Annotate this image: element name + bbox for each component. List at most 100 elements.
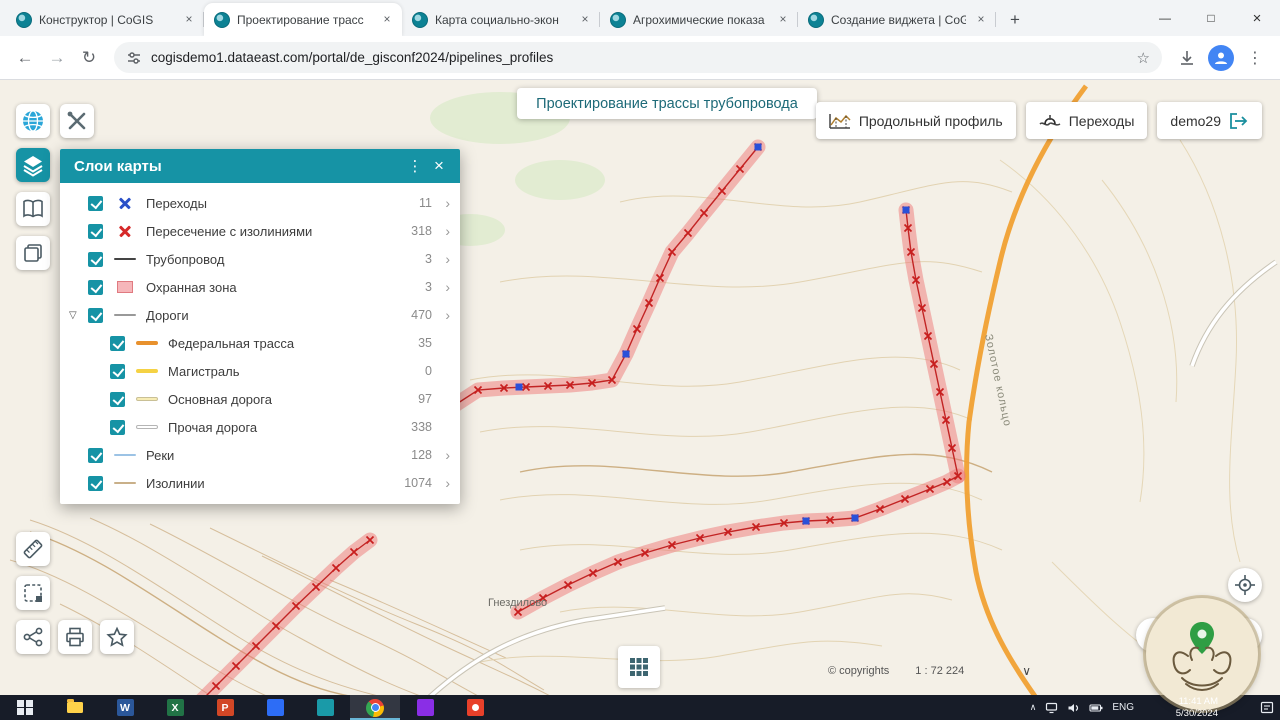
layer-checkbox[interactable] bbox=[88, 475, 103, 491]
layers-panel-button[interactable] bbox=[16, 148, 50, 182]
browser-profile-avatar[interactable] bbox=[1208, 44, 1234, 71]
layer-row-protection-zone[interactable]: Охранная зона 3 › bbox=[60, 273, 460, 301]
bookmarks-maps-button[interactable] bbox=[16, 236, 50, 270]
layer-expand-chevron-icon[interactable]: › bbox=[432, 196, 450, 210]
layer-row-crossings[interactable]: Переходы 11 › bbox=[60, 189, 460, 217]
url-text[interactable]: cogisdemo1.dataeast.com/portal/de_giscon… bbox=[151, 50, 1128, 65]
language-indicator[interactable]: ENG bbox=[1112, 702, 1134, 713]
tab-close-icon[interactable]: × bbox=[973, 12, 989, 28]
layer-checkbox[interactable] bbox=[88, 279, 103, 295]
start-button[interactable] bbox=[0, 695, 50, 720]
legend-button[interactable] bbox=[16, 192, 50, 226]
tools-button[interactable] bbox=[60, 104, 94, 138]
taskbar-app-blue[interactable] bbox=[250, 695, 300, 720]
share-button[interactable] bbox=[16, 620, 50, 654]
layer-expand-chevron-icon[interactable]: › bbox=[432, 252, 450, 266]
print-button[interactable] bbox=[58, 620, 92, 654]
geolocation-button[interactable] bbox=[1228, 568, 1262, 602]
site-info-icon[interactable] bbox=[126, 50, 142, 66]
download-icon[interactable] bbox=[1172, 43, 1202, 73]
back-button[interactable]: ← bbox=[10, 43, 40, 73]
ruler-icon bbox=[23, 539, 43, 559]
attribute-table-button[interactable] bbox=[618, 646, 660, 688]
scale-dropdown-chevron-icon[interactable]: ∨ bbox=[1022, 664, 1031, 678]
window-close-button[interactable]: × bbox=[1234, 0, 1280, 36]
layer-expand-chevron-icon[interactable]: › bbox=[432, 476, 450, 490]
layer-expand-chevron-icon[interactable]: › bbox=[432, 224, 450, 238]
tab-close-icon[interactable]: × bbox=[577, 12, 593, 28]
forward-button[interactable]: → bbox=[42, 43, 72, 73]
layer-row-isoline-intersections[interactable]: Пересечение с изолиниями 318 › bbox=[60, 217, 460, 245]
taskbar-app-purple[interactable] bbox=[400, 695, 450, 720]
layer-row-federal-highway[interactable]: Федеральная трасса 35 bbox=[60, 329, 460, 357]
panel-menu-kebab-icon[interactable]: ⋮ bbox=[404, 157, 426, 175]
new-tab-button[interactable]: + bbox=[1002, 7, 1028, 33]
layers-panel-header[interactable]: Слои карты ⋮ × bbox=[60, 149, 460, 183]
tab-close-icon[interactable]: × bbox=[181, 12, 197, 28]
taskbar-clock[interactable]: 11:41 AM 5/30/2024 bbox=[1176, 695, 1218, 720]
layer-expand-chevron-icon[interactable]: › bbox=[432, 280, 450, 294]
taskbar-file-explorer[interactable] bbox=[50, 695, 100, 720]
notification-icon bbox=[1260, 701, 1274, 714]
layer-row-rivers[interactable]: Реки 128 › bbox=[60, 441, 460, 469]
layer-expand-chevron-icon[interactable]: › bbox=[432, 308, 450, 322]
tab-favicon-icon bbox=[610, 11, 626, 28]
layer-checkbox[interactable] bbox=[110, 363, 125, 379]
browser-tab-4[interactable]: Агрохимические показа × bbox=[600, 3, 798, 36]
browser-tab-5[interactable]: Создание виджета | CoG × bbox=[798, 3, 996, 36]
layer-row-pipeline[interactable]: Трубопровод 3 › bbox=[60, 245, 460, 273]
layer-checkbox[interactable] bbox=[88, 251, 103, 267]
browser-menu-kebab-icon[interactable]: ⋮ bbox=[1240, 43, 1270, 73]
taskbar-chrome[interactable] bbox=[350, 695, 400, 720]
tab-close-icon[interactable]: × bbox=[775, 12, 791, 28]
tray-overflow-chevron-icon[interactable]: ∧ bbox=[1030, 702, 1037, 713]
measure-button[interactable] bbox=[16, 532, 50, 566]
layer-row-main-road[interactable]: Основная дорога 97 bbox=[60, 385, 460, 413]
action-center-button[interactable] bbox=[1260, 695, 1274, 720]
battery-icon[interactable] bbox=[1089, 702, 1103, 714]
longitudinal-profile-button[interactable]: Продольный профиль bbox=[815, 102, 1016, 139]
taskbar-powerpoint[interactable]: P bbox=[200, 695, 250, 720]
basemap-globe-button[interactable] bbox=[16, 104, 50, 138]
reload-button[interactable]: ↻ bbox=[74, 43, 104, 73]
layer-checkbox[interactable] bbox=[88, 223, 103, 239]
layer-expand-chevron-icon[interactable]: › bbox=[432, 448, 450, 462]
layer-row-other-road[interactable]: Прочая дорога 338 bbox=[60, 413, 460, 441]
layer-row-roads[interactable]: ▽ Дороги 470 › bbox=[60, 301, 460, 329]
crossings-button[interactable]: Переходы bbox=[1025, 102, 1148, 139]
copyright-text[interactable]: © copyrights bbox=[828, 665, 889, 677]
user-session-button[interactable]: demo29 bbox=[1157, 102, 1262, 139]
layer-row-isolines[interactable]: Изолинии 1074 › bbox=[60, 469, 460, 497]
layer-row-magistral[interactable]: Магистраль 0 bbox=[60, 357, 460, 385]
layer-count: 470 bbox=[411, 308, 432, 322]
taskbar-word[interactable]: W bbox=[100, 695, 150, 720]
volume-icon[interactable] bbox=[1067, 702, 1080, 714]
layer-checkbox[interactable] bbox=[110, 335, 125, 351]
address-bar[interactable]: cogisdemo1.dataeast.com/portal/de_giscon… bbox=[114, 42, 1162, 73]
crest-logo-icon bbox=[1172, 622, 1232, 691]
layer-checkbox[interactable] bbox=[88, 447, 103, 463]
tab-close-icon[interactable]: × bbox=[379, 12, 395, 28]
panel-close-icon[interactable]: × bbox=[426, 156, 452, 176]
layer-swatch-red-x-icon bbox=[113, 223, 137, 239]
favorites-button[interactable] bbox=[100, 620, 134, 654]
layer-swatch-zone-icon bbox=[113, 279, 137, 295]
bookmark-star-icon[interactable]: ☆ bbox=[1137, 49, 1150, 67]
layer-checkbox[interactable] bbox=[110, 419, 125, 435]
group-collapse-triangle-icon[interactable]: ▽ bbox=[69, 310, 77, 321]
layer-swatch-main-road-icon bbox=[135, 391, 159, 407]
layer-checkbox[interactable] bbox=[88, 307, 103, 323]
map-scale-value[interactable]: 1 : 72 224 bbox=[915, 665, 964, 677]
taskbar-recorder[interactable] bbox=[450, 695, 500, 720]
browser-tab-2-active[interactable]: Проектирование трасс × bbox=[204, 3, 402, 36]
layer-checkbox[interactable] bbox=[110, 391, 125, 407]
window-maximize-button[interactable]: □ bbox=[1188, 0, 1234, 36]
select-area-button[interactable] bbox=[16, 576, 50, 610]
taskbar-excel[interactable]: X bbox=[150, 695, 200, 720]
network-icon[interactable] bbox=[1045, 702, 1058, 714]
layer-checkbox[interactable] bbox=[88, 195, 103, 211]
taskbar-app-teal[interactable] bbox=[300, 695, 350, 720]
browser-tab-1[interactable]: Конструктор | CoGIS × bbox=[6, 3, 204, 36]
window-minimize-button[interactable]: — bbox=[1142, 0, 1188, 36]
browser-tab-3[interactable]: Карта социально-экон × bbox=[402, 3, 600, 36]
